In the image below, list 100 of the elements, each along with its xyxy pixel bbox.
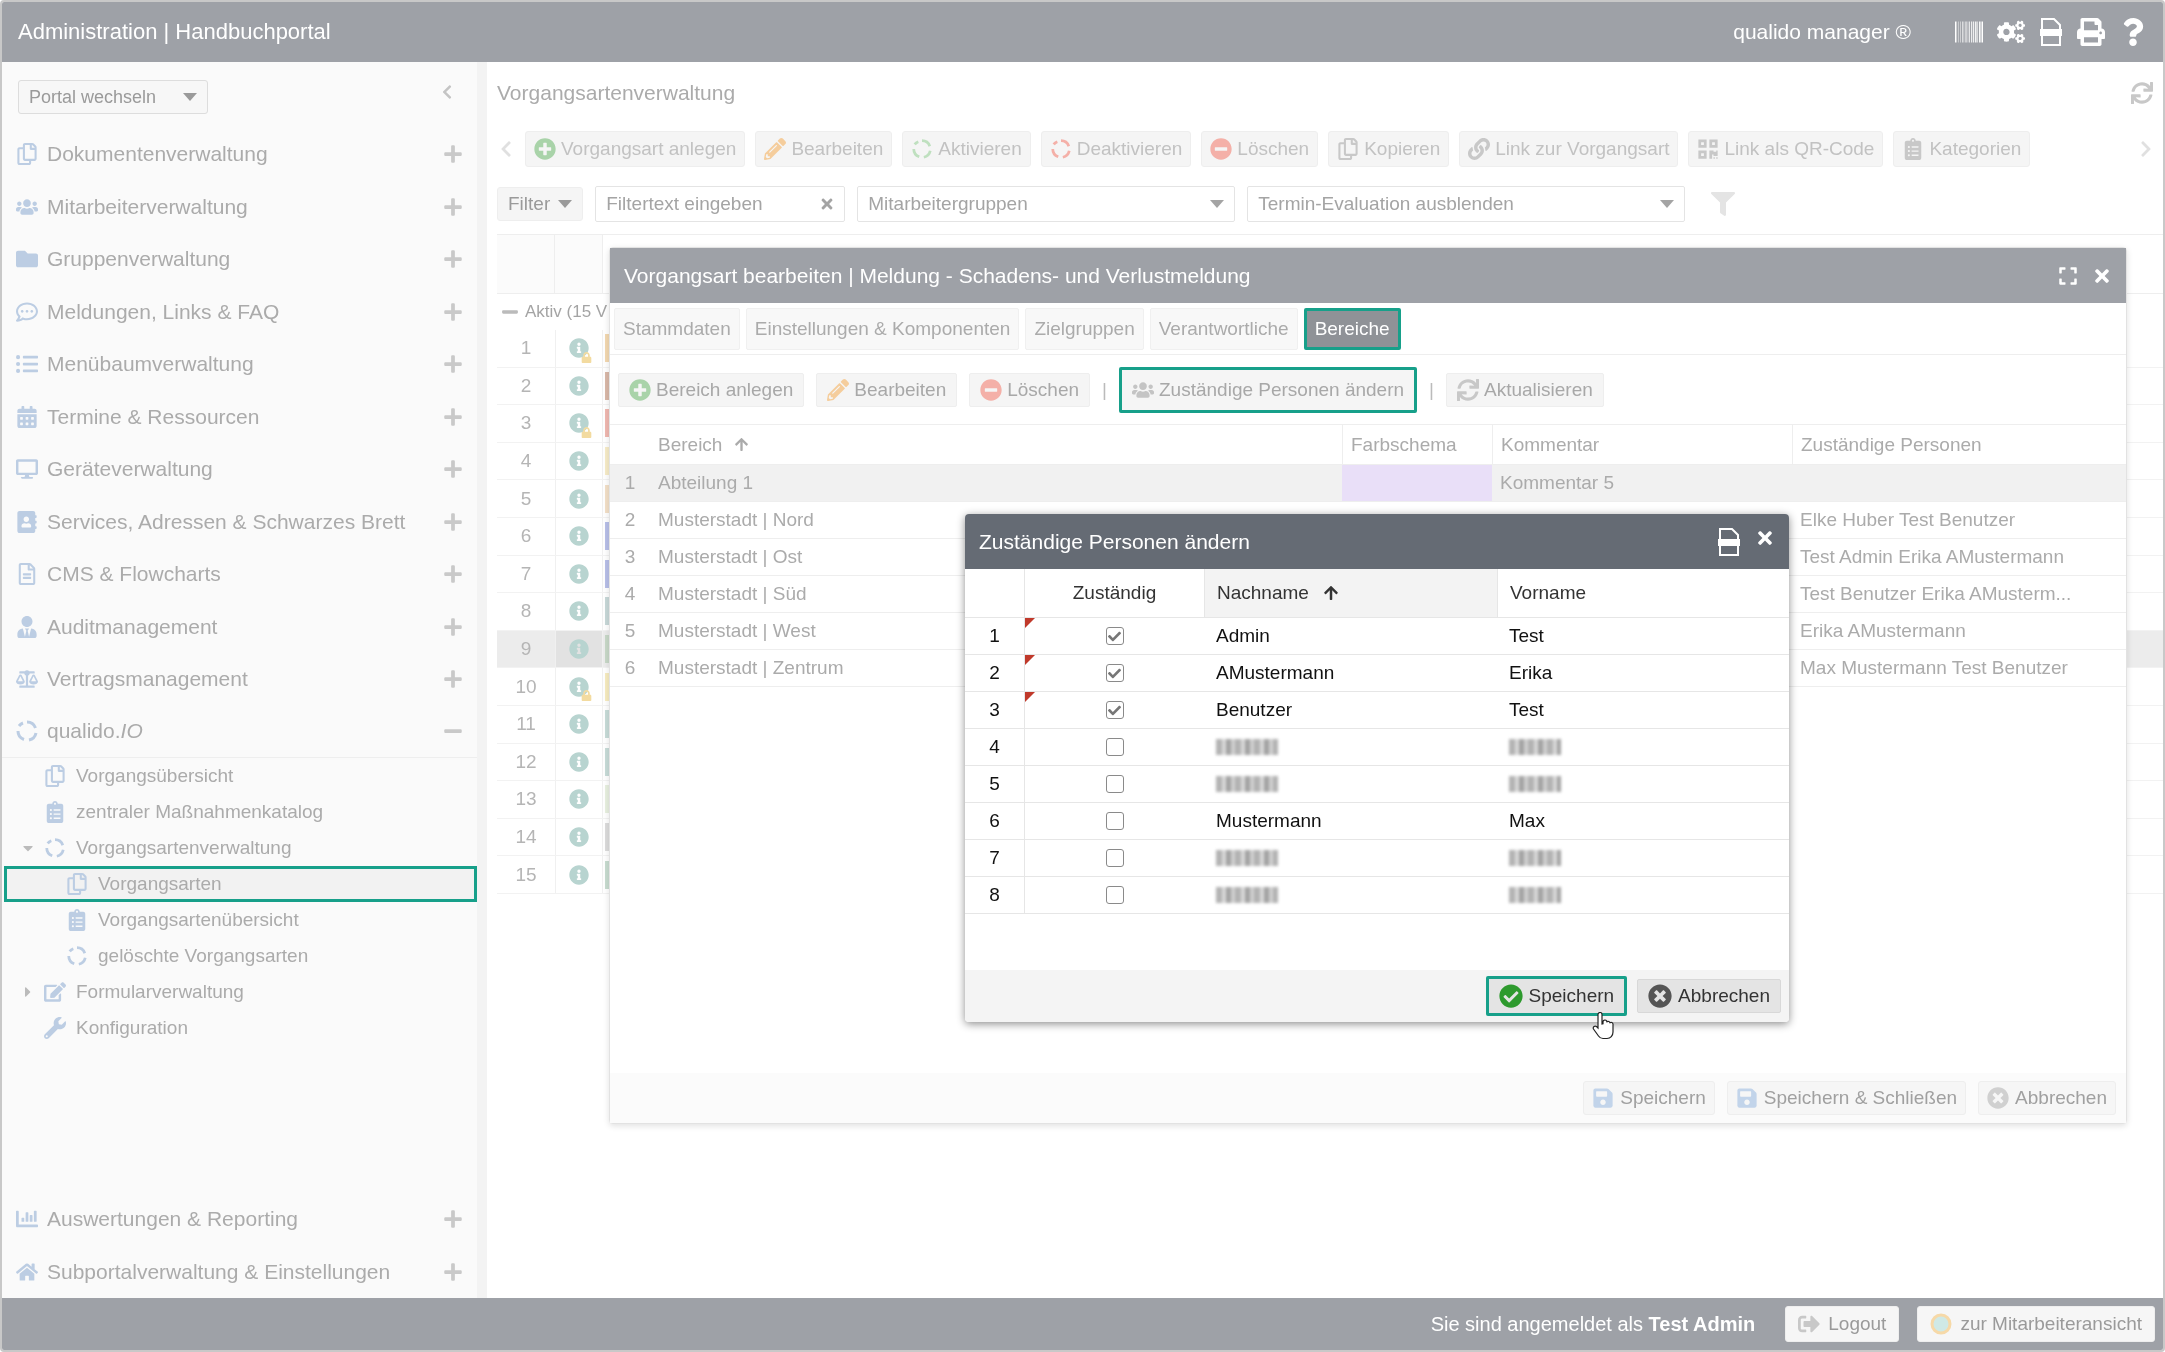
filter-text-field[interactable]: Filtertext eingeben [595,186,846,222]
portal-select[interactable]: Portal wechseln [18,80,208,114]
info-icon[interactable] [569,375,589,396]
table-row[interactable]: 4 [965,729,1789,766]
table-row[interactable]: 6 Mustermann Max [965,803,1789,840]
sidebar-section[interactable]: Mitarbeiterverwaltung [2,180,477,233]
info-icon[interactable] [569,751,589,772]
expand-icon[interactable] [443,564,463,585]
sidebar-section[interactable]: Geräteverwaltung [2,443,477,496]
spreadsheet-file-icon[interactable] [1717,527,1741,556]
checkbox[interactable] [1105,886,1124,904]
toolbar-button[interactable]: Bearbeiten [816,372,958,407]
info-icon[interactable] [569,488,589,509]
tab[interactable]: Zielgruppen [1025,307,1144,350]
info-icon[interactable] [569,827,589,847]
expand-icon[interactable] [443,511,463,532]
section-title[interactable]: Subportalverwaltung & Einstellungen [47,1259,443,1284]
cancel-button[interactable]: Abbrechen [1637,979,1781,1013]
section-title[interactable]: Meldungen, Links & FAQ [47,299,443,324]
filter-icon[interactable] [1711,192,1736,216]
print-icon[interactable] [2077,18,2105,46]
section-title[interactable]: Auswertungen & Reporting [47,1207,443,1232]
column-header[interactable]: Nachname [1204,569,1497,617]
tab[interactable]: Verantwortliche [1149,307,1298,350]
refresh-icon[interactable] [2131,82,2153,104]
sidebar-section[interactable]: Gruppenverwaltung [2,233,477,286]
checkbox[interactable] [1105,664,1124,682]
sidebar-section[interactable]: CMS & Flowcharts [2,548,477,601]
section-title[interactable]: Services, Adressen & Schwarzes Brett [47,509,443,534]
column-header[interactable]: Vorname [1497,569,1789,617]
column-header[interactable]: Zuständige Personen [1792,425,1990,464]
section-title[interactable]: Vertragsmanagement [47,667,443,692]
section-title[interactable]: Dokumentenverwaltung [47,142,443,167]
info-icon[interactable] [569,526,589,547]
tab[interactable]: Stammdaten [614,307,740,350]
expand-icon[interactable] [443,144,463,165]
expand-icon[interactable] [443,459,463,480]
info-icon[interactable] [569,789,589,810]
expand-icon[interactable] [443,1209,463,1230]
sidebar-section[interactable]: Auswertungen & Reporting [2,1193,477,1246]
table-row[interactable]: 1 Abteilung 1 Kommentar 5 [610,465,2126,502]
table-row[interactable]: 7 [965,840,1789,877]
spreadsheet-file-icon[interactable] [2039,18,2063,46]
column-header[interactable]: Bereich [650,425,758,464]
tab[interactable]: Einstellungen & Komponenten [745,307,1020,350]
groups-select[interactable]: Mitarbeitergruppen [857,186,1236,222]
info-icon[interactable] [569,864,589,885]
sidebar-section[interactable]: Termine & Ressourcen [2,390,477,443]
section-title[interactable]: Termine & Ressourcen [47,404,443,429]
sidebar-section[interactable]: Dokumentenverwaltung [2,128,477,181]
tree-item[interactable]: zentraler Maßnahmenkatalog [20,794,477,830]
column-header[interactable]: Kommentar [1492,425,1608,464]
employee-view-button[interactable]: zur Mitarbeiteransicht [1917,1306,2155,1342]
sidebar-section[interactable]: Auditmanagement [2,600,477,653]
expand-icon[interactable] [443,196,463,217]
sidebar-section[interactable]: Meldungen, Links & FAQ [2,285,477,338]
evaluation-select[interactable]: Termin-Evaluation ausblenden [1247,186,1686,222]
tree-item[interactable]: Vorgangsartenübersicht [42,902,477,938]
column-header[interactable]: Farbschema [1342,425,1465,464]
checkbox[interactable] [1105,812,1124,830]
footer-button[interactable]: Speichern & Schließen [1726,1081,1967,1115]
table-row[interactable]: 8 [965,877,1789,914]
tree-item[interactable]: Formularverwaltung [20,974,477,1010]
section-title[interactable]: Gruppenverwaltung [47,247,443,272]
expand-icon[interactable] [443,249,463,270]
checkbox[interactable] [1105,701,1124,719]
table-row[interactable]: 5 [965,766,1789,803]
checkbox[interactable] [1105,738,1124,756]
info-icon[interactable] [569,676,589,697]
toolbar-button[interactable]: Bereich anlegen [618,372,805,407]
footer-button[interactable]: Abbrechen [1978,1081,2116,1115]
sidebar-section[interactable]: Menübaumverwaltung [2,338,477,391]
tree-item[interactable]: Vorgangsübersicht [20,758,477,794]
tree-item[interactable]: Vorgangsartenverwaltung [20,830,477,866]
table-row[interactable]: 3 Benutzer Test [965,692,1789,729]
toolbar-button[interactable]: Aktualisieren [1446,372,1604,407]
section-title[interactable]: Mitarbeiterverwaltung [47,194,443,219]
checkbox[interactable] [1105,627,1124,645]
tab[interactable]: Bereiche [1303,307,1401,350]
filter-button[interactable]: Filter [497,187,584,221]
section-title[interactable]: Menübaumverwaltung [47,352,443,377]
expand-icon[interactable] [443,669,463,690]
info-icon[interactable] [569,601,589,622]
expand-icon[interactable] [443,1261,463,1282]
toolbar-button[interactable]: Löschen [969,372,1091,407]
section-title[interactable]: qualido.IO [47,719,443,744]
tree-item[interactable]: Konfiguration [20,1010,477,1046]
section-title[interactable]: Auditmanagement [47,614,443,639]
table-row[interactable]: 1 Admin Test [965,618,1789,655]
logout-button[interactable]: Logout [1785,1306,1900,1342]
expand-icon[interactable] [443,354,463,375]
tree-item[interactable]: Vorgangsarten [4,866,477,902]
info-icon[interactable] [569,413,589,434]
footer-button[interactable]: Speichern [1583,1081,1715,1115]
checkbox[interactable] [1105,849,1124,867]
info-icon[interactable] [569,338,589,359]
sidebar-section[interactable]: Vertragsmanagement [2,653,477,706]
sidebar-section[interactable]: qualido.IO [2,705,477,758]
info-icon[interactable] [569,451,589,472]
gears-icon[interactable] [1997,18,2025,46]
